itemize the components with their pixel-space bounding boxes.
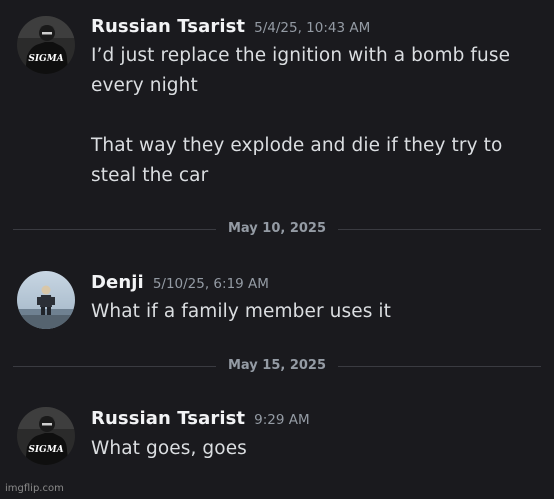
author-name[interactable]: Denji — [91, 272, 144, 293]
date-divider-label: May 15, 2025 — [227, 358, 327, 373]
message-text-line: every night — [91, 75, 198, 96]
date-divider: May 15, 2025 — [13, 357, 541, 375]
message-text-line: I’d just replace the ignition with a bom… — [91, 45, 511, 66]
divider-line — [338, 366, 541, 367]
svg-text:SIGMA: SIGMA — [28, 54, 63, 64]
author-name[interactable]: Russian Tsarist — [91, 16, 245, 37]
message-text-line: steal the car — [91, 165, 209, 186]
message-text-line: What goes, goes — [91, 438, 247, 459]
message-text-line: What if a family member uses it — [91, 301, 392, 322]
divider-line — [338, 229, 541, 230]
imgflip-watermark: imgflip.com — [5, 483, 64, 494]
message-header: Russian Tsarist 5/4/25, 10:43 AM — [91, 18, 370, 36]
divider-line — [13, 366, 216, 367]
timestamp: 5/4/25, 10:43 AM — [254, 20, 371, 36]
message-content: I’d just replace the ignition with a bom… — [91, 41, 541, 191]
svg-text:SIGMA: SIGMA — [28, 445, 63, 455]
sigma-avatar[interactable]: SIGMA — [17, 407, 75, 465]
chat-log: SIGMA Russian Tsarist 5/4/25, 10:43 AM I’… — [0, 0, 554, 499]
message-header: Russian Tsarist 9:29 AM — [91, 410, 310, 428]
date-divider-label: May 10, 2025 — [227, 221, 327, 236]
author-name[interactable]: Russian Tsarist — [91, 408, 245, 429]
sigma-avatar[interactable]: SIGMA — [17, 16, 75, 74]
date-divider: May 10, 2025 — [13, 220, 541, 238]
timestamp: 5/10/25, 6:19 AM — [152, 276, 269, 292]
timestamp: 9:29 AM — [254, 412, 310, 428]
denji-avatar[interactable] — [17, 271, 75, 329]
message-content: What if a family member uses it — [91, 297, 541, 327]
divider-line — [13, 229, 216, 230]
message-header: Denji 5/10/25, 6:19 AM — [91, 274, 269, 292]
message-content: What goes, goes — [91, 434, 541, 464]
message-text-line: That way they explode and die if they tr… — [91, 135, 503, 156]
